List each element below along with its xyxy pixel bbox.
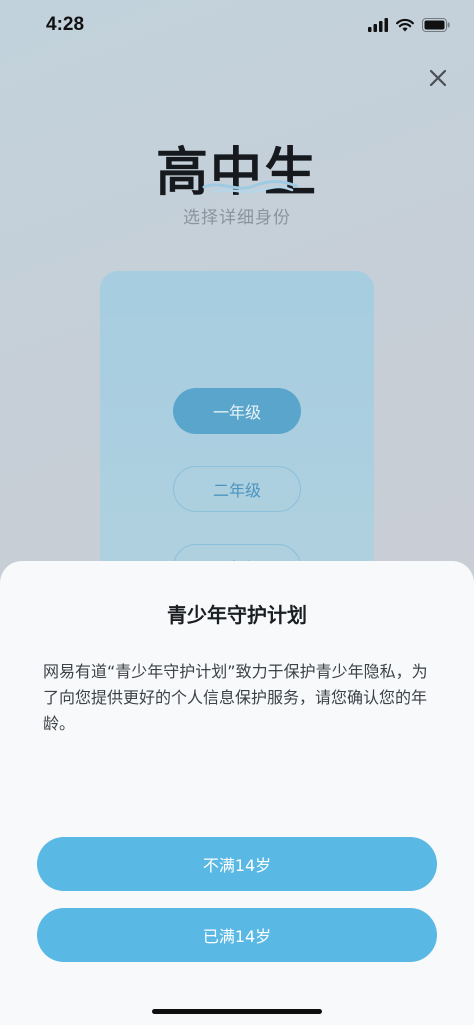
signal-icon xyxy=(368,18,388,32)
grade-option-1[interactable]: 一年级 xyxy=(173,388,301,434)
close-icon xyxy=(429,69,447,87)
home-indicator[interactable] xyxy=(152,1009,322,1014)
status-bar: 4:28 xyxy=(0,0,474,50)
teen-protection-dialog: 青少年守护计划 网易有道“青少年守护计划”致力于保护青少年隐私，为了向您提供更好… xyxy=(0,561,474,1025)
wifi-icon xyxy=(396,18,414,32)
dialog-message: 网易有道“青少年守护计划”致力于保护青少年隐私，为了向您提供更好的个人信息保护服… xyxy=(43,662,428,733)
page-subtitle: 选择详细身份 xyxy=(183,208,291,228)
status-icons xyxy=(368,16,450,34)
grade-option-2[interactable]: 二年级 xyxy=(173,466,301,512)
over-14-button[interactable]: 已满14岁 xyxy=(37,908,437,962)
status-time: 4:28 xyxy=(46,14,85,35)
close-button[interactable] xyxy=(424,64,452,92)
wave-decoration-icon xyxy=(202,180,298,194)
battery-icon xyxy=(422,18,450,32)
dialog-title: 青少年守护计划 xyxy=(167,603,307,627)
grade-selection-card: 一年级 二年级 三年级 xyxy=(100,271,374,601)
under-14-button[interactable]: 不满14岁 xyxy=(37,837,437,891)
